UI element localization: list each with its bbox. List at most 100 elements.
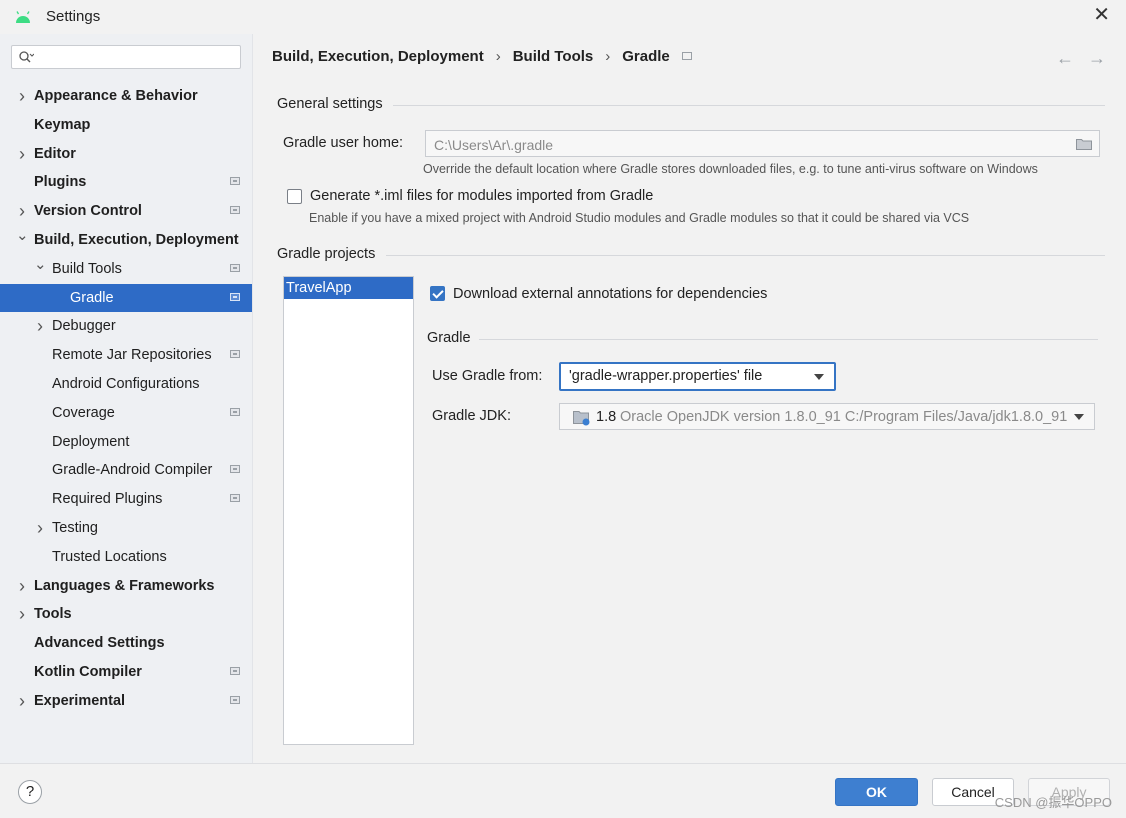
- ok-button[interactable]: OK: [835, 778, 918, 806]
- project-scope-icon: [230, 177, 240, 185]
- chevron-right-icon[interactable]: ›: [34, 514, 46, 542]
- sidebar-item-debugger[interactable]: › Debugger: [0, 312, 252, 340]
- sidebar-item-deployment[interactable]: Deployment: [0, 428, 252, 456]
- gradle-user-home-input[interactable]: [432, 134, 1056, 156]
- gradle-section-title: Gradle: [427, 330, 471, 346]
- sidebar-item-coverage[interactable]: Coverage: [0, 399, 252, 427]
- chevron-right-icon[interactable]: ›: [16, 600, 28, 628]
- forward-arrow-icon[interactable]: →: [1088, 48, 1106, 68]
- chevron-right-icon[interactable]: ›: [16, 572, 28, 600]
- window-title: Settings: [46, 8, 101, 25]
- sidebar-item-label: Tools: [34, 606, 72, 622]
- chevron-right-icon[interactable]: ›: [16, 82, 28, 110]
- breadcrumb-item[interactable]: Build, Execution, Deployment: [272, 48, 484, 65]
- chevron-down-icon[interactable]: ⌄: [34, 251, 47, 279]
- jdk-folder-icon: [573, 411, 590, 426]
- use-gradle-from-dropdown[interactable]: 'gradle-wrapper.properties' file: [559, 362, 836, 391]
- use-gradle-from-value: 'gradle-wrapper.properties' file: [569, 368, 763, 384]
- sidebar-item-android-configurations[interactable]: Android Configurations: [0, 370, 252, 398]
- sidebar-item-required-plugins[interactable]: Required Plugins: [0, 485, 252, 513]
- gradle-user-home-label: Gradle user home:: [283, 135, 404, 151]
- title-bar: Settings ✕: [0, 0, 1126, 34]
- project-scope-icon: [230, 696, 240, 704]
- sidebar-item-advanced-settings[interactable]: Advanced Settings: [0, 629, 252, 657]
- project-scope-icon: [230, 293, 240, 301]
- section-divider: [479, 339, 1098, 340]
- search-icon: [19, 51, 34, 63]
- project-scope-icon: [230, 350, 240, 358]
- sidebar-item-label: Build, Execution, Deployment: [34, 232, 239, 248]
- watermark-text: CSDN @振华OPPO: [994, 795, 1112, 810]
- project-list-item[interactable]: TravelApp: [284, 277, 413, 299]
- sidebar-item-experimental[interactable]: › Experimental: [0, 687, 252, 715]
- sidebar-item-label: Version Control: [34, 203, 142, 219]
- general-settings-title: General settings: [277, 96, 383, 112]
- dropdown-arrow-icon: [814, 374, 824, 380]
- dropdown-arrow-icon: [1074, 414, 1084, 420]
- help-button[interactable]: ?: [18, 780, 42, 804]
- project-scope-icon: [230, 264, 240, 272]
- sidebar-item-label: Build Tools: [52, 261, 122, 277]
- search-input[interactable]: [38, 48, 238, 68]
- sidebar-item-remote-jar-repositories[interactable]: Remote Jar Repositories: [0, 341, 252, 369]
- chevron-right-icon[interactable]: ›: [16, 140, 28, 168]
- download-annotations-label[interactable]: Download external annotations for depend…: [453, 286, 767, 302]
- breadcrumb-item[interactable]: Build Tools: [513, 48, 594, 65]
- sidebar-item-label: Remote Jar Repositories: [52, 347, 212, 363]
- folder-icon[interactable]: [1076, 138, 1092, 150]
- generate-iml-checkbox[interactable]: [287, 189, 302, 204]
- chevron-right-icon[interactable]: ›: [16, 687, 28, 715]
- sidebar-item-gradle-android-compiler[interactable]: Gradle-Android Compiler: [0, 456, 252, 484]
- project-scope-icon: [230, 465, 240, 473]
- sidebar-item-plugins[interactable]: Plugins: [0, 168, 252, 196]
- settings-sidebar: › Appearance & Behavior Keymap › Editor Plugi…: [0, 34, 253, 763]
- sidebar-item-label: Trusted Locations: [52, 549, 167, 565]
- sidebar-item-version-control[interactable]: › Version Control: [0, 197, 252, 225]
- breadcrumb-separator: ›: [495, 48, 501, 65]
- sidebar-item-label: Appearance & Behavior: [34, 88, 198, 104]
- sidebar-item-label: Plugins: [34, 174, 87, 190]
- project-scope-icon: [230, 494, 240, 502]
- use-gradle-from-label: Use Gradle from:: [432, 368, 543, 384]
- section-divider: [393, 105, 1105, 106]
- sidebar-item-gradle[interactable]: Gradle: [0, 284, 252, 312]
- sidebar-item-label: Testing: [52, 520, 98, 536]
- gradle-settings-panel: Build, Execution, Deployment › Build Tools…: [253, 34, 1126, 763]
- sidebar-item-label: Android Configurations: [52, 376, 200, 392]
- sidebar-item-keymap[interactable]: Keymap: [0, 111, 252, 139]
- sidebar-item-label: Gradle-Android Compiler: [52, 462, 213, 478]
- android-icon: [16, 11, 30, 23]
- sidebar-item-label: Deployment: [52, 434, 130, 450]
- chevron-right-icon[interactable]: ›: [34, 312, 46, 340]
- breadcrumb-separator: ›: [605, 48, 611, 65]
- gradle-projects-title: Gradle projects: [277, 246, 376, 262]
- generate-iml-hint: Enable if you have a mixed project with …: [309, 211, 970, 225]
- sidebar-item-editor[interactable]: › Editor: [0, 140, 252, 168]
- gradle-user-home-hint: Override the default location where Grad…: [423, 162, 1038, 176]
- chevron-right-icon[interactable]: ›: [16, 197, 28, 225]
- gradle-user-home-field[interactable]: [425, 130, 1100, 157]
- sidebar-item-label: Keymap: [34, 117, 91, 133]
- search-box[interactable]: [11, 45, 241, 69]
- sidebar-item-languages-frameworks[interactable]: › Languages & Frameworks: [0, 572, 252, 600]
- project-scope-icon: [681, 52, 692, 60]
- download-annotations-checkbox[interactable]: [430, 286, 445, 301]
- jdk-description: Oracle OpenJDK version 1.8.0_91 C:/Progr…: [620, 409, 1068, 425]
- sidebar-item-build-execution-deployment[interactable]: ⌄ Build, Execution, Deployment: [0, 226, 252, 254]
- sidebar-item-label: Coverage: [52, 405, 115, 421]
- sidebar-item-kotlin-compiler[interactable]: Kotlin Compiler: [0, 658, 252, 686]
- sidebar-item-trusted-locations[interactable]: Trusted Locations: [0, 543, 252, 571]
- gradle-jdk-dropdown[interactable]: 1.8 Oracle OpenJDK version 1.8.0_91 C:/P…: [559, 403, 1095, 430]
- navigation-arrows: ← →: [1042, 48, 1106, 69]
- back-arrow-icon[interactable]: ←: [1056, 48, 1074, 68]
- section-divider: [386, 255, 1105, 256]
- sidebar-item-testing[interactable]: › Testing: [0, 514, 252, 542]
- sidebar-item-build-tools[interactable]: ⌄ Build Tools: [0, 255, 252, 283]
- project-scope-icon: [230, 206, 240, 214]
- sidebar-item-tools[interactable]: › Tools: [0, 600, 252, 628]
- generate-iml-label[interactable]: Generate *.iml files for modules importe…: [310, 188, 653, 204]
- sidebar-item-label: Gradle: [70, 290, 114, 306]
- chevron-down-icon[interactable]: ⌄: [16, 222, 29, 250]
- close-icon[interactable]: ✕: [1093, 5, 1110, 25]
- sidebar-item-appearance-behavior[interactable]: › Appearance & Behavior: [0, 82, 252, 110]
